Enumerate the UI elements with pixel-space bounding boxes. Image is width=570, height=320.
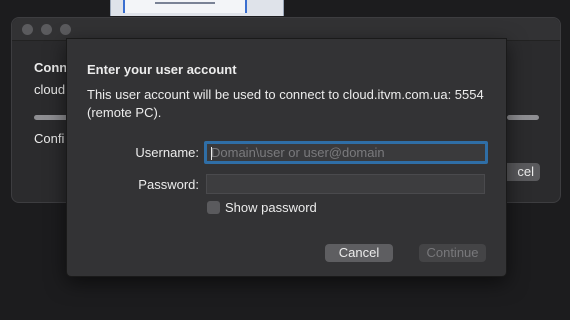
username-field-container [204,141,488,164]
sheet-message: This user account will be used to connec… [87,87,484,120]
background-thumbnail [123,0,247,13]
show-password-checkbox[interactable] [207,201,220,214]
continue-button[interactable]: Continue [419,244,486,262]
password-input[interactable] [207,175,484,193]
username-input[interactable] [207,144,485,161]
connecting-host: cloud [34,82,66,97]
password-label: Password: [138,177,199,192]
minimize-window-icon[interactable] [41,24,52,35]
connecting-status: Confi [34,131,65,146]
background-screenshot-strip [110,0,284,16]
close-window-icon[interactable] [22,24,33,35]
password-field-container [206,174,485,194]
cancel-button[interactable]: Cancel [325,244,393,262]
zoom-window-icon[interactable] [60,24,71,35]
sheet-title: Enter your user account [87,62,237,77]
user-account-sheet: Enter your user account This user accoun… [66,38,507,277]
progress-bar-end [507,115,539,120]
connecting-title: Conn [34,60,68,75]
username-label: Username: [135,145,199,160]
show-password-label[interactable]: Show password [225,200,317,215]
text-caret [211,147,212,160]
